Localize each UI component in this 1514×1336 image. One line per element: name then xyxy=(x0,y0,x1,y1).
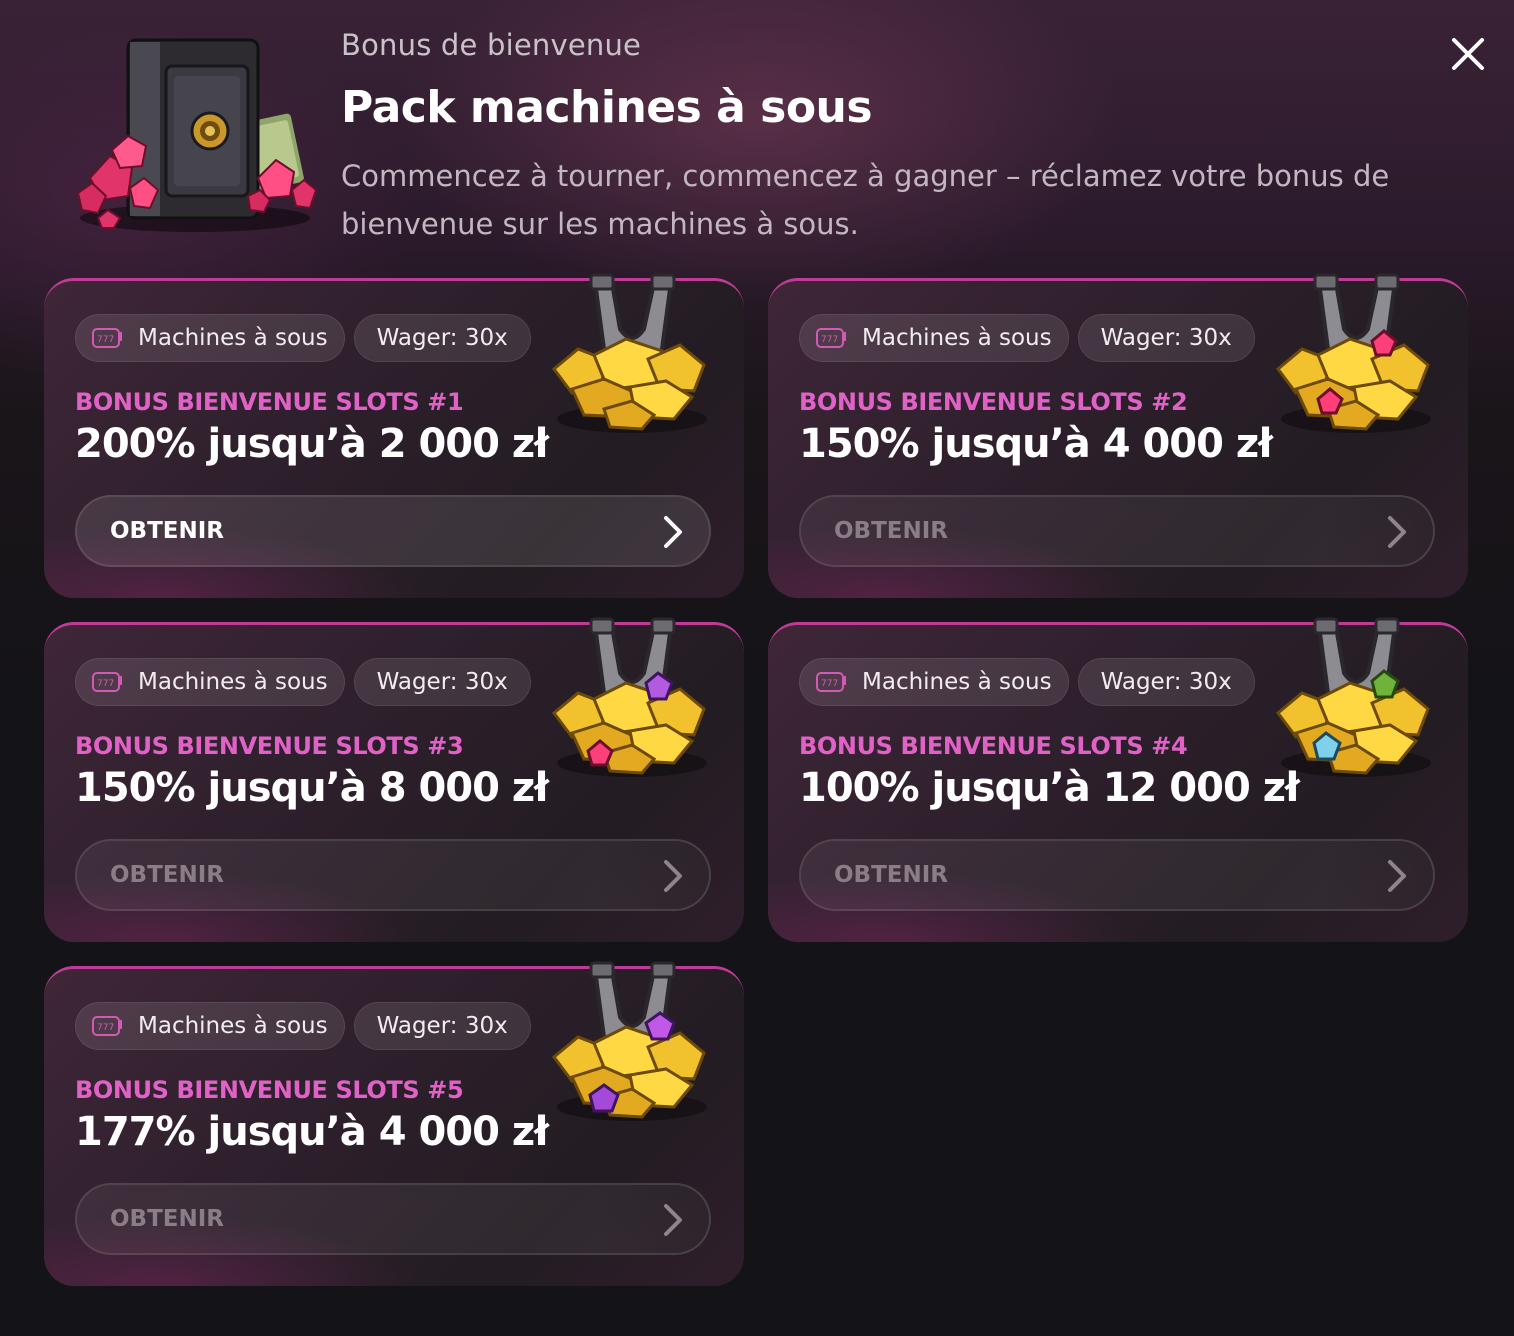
category-tag-label: Machines à sous xyxy=(862,669,1052,695)
slot-machine-icon: 777 xyxy=(92,672,122,692)
card-tags: 777 Machines à sous Wager: 30x xyxy=(799,658,1255,706)
bonus-name: BONUS BIENVENUE SLOTS #5 xyxy=(75,1076,464,1104)
page-title: Pack machines à sous xyxy=(341,82,873,133)
chevron-right-icon xyxy=(1388,860,1406,892)
header-description: Commencez à tourner, commencez à gagner … xyxy=(341,159,1390,241)
wager-tag: Wager: 30x xyxy=(1077,314,1255,362)
bonus-amount: 150% jusqu’à 8 000 zł xyxy=(75,765,549,811)
obtain-button-label: OBTENIR xyxy=(834,862,949,888)
category-tag-label: Machines à sous xyxy=(138,325,328,351)
chevron-right-icon xyxy=(664,516,682,548)
svg-text:777: 777 xyxy=(821,679,838,689)
bonus-card-1: 777 Machines à sous Wager: 30x BONUS BIE… xyxy=(44,273,744,598)
obtain-button[interactable]: OBTENIR xyxy=(75,495,711,567)
bonus-card-5: 777 Machines à sous Wager: 30x BONUS BIE… xyxy=(44,961,744,1286)
bonus-card-3: 777 Machines à sous Wager: 30x BONUS BIE… xyxy=(44,617,744,942)
slot-machine-icon: 777 xyxy=(816,672,846,692)
obtain-button[interactable]: OBTENIR xyxy=(75,1183,711,1255)
svg-text:777: 777 xyxy=(97,679,114,689)
horseshoe-gold-illustration xyxy=(1275,273,1431,433)
category-tag: 777 Machines à sous xyxy=(75,1002,345,1050)
obtain-button-label: OBTENIR xyxy=(110,518,225,544)
bonus-name: BONUS BIENVENUE SLOTS #1 xyxy=(75,388,464,416)
chevron-right-icon xyxy=(1388,516,1406,548)
obtain-button[interactable]: OBTENIR xyxy=(75,839,711,911)
bonus-card-2: 777 Machines à sous Wager: 30x BONUS BIE… xyxy=(768,273,1468,598)
wager-tag: Wager: 30x xyxy=(353,1002,531,1050)
bonus-card-4: 777 Machines à sous Wager: 30x BONUS BIE… xyxy=(768,617,1468,942)
horseshoe-gold-illustration xyxy=(551,273,707,433)
category-tag: 777 Machines à sous xyxy=(799,314,1069,362)
svg-text:777: 777 xyxy=(821,335,838,345)
category-tag: 777 Machines à sous xyxy=(799,658,1069,706)
obtain-button[interactable]: OBTENIR xyxy=(799,839,1435,911)
header-subtitle: Bonus de bienvenue xyxy=(341,28,642,62)
chevron-right-icon xyxy=(664,860,682,892)
svg-text:777: 777 xyxy=(97,1023,114,1033)
card-tags: 777 Machines à sous Wager: 30x xyxy=(799,314,1255,362)
obtain-button-label: OBTENIR xyxy=(110,862,225,888)
bonus-amount: 100% jusqu’à 12 000 zł xyxy=(799,765,1300,811)
obtain-button-label: OBTENIR xyxy=(834,518,949,544)
bonus-name: BONUS BIENVENUE SLOTS #4 xyxy=(799,732,1188,760)
category-tag: 777 Machines à sous xyxy=(75,314,345,362)
slot-machine-icon: 777 xyxy=(92,1016,122,1036)
svg-text:777: 777 xyxy=(97,335,114,345)
category-tag-label: Machines à sous xyxy=(862,325,1052,351)
category-tag: 777 Machines à sous xyxy=(75,658,345,706)
horseshoe-gold-illustration xyxy=(1275,617,1431,777)
card-tags: 777 Machines à sous Wager: 30x xyxy=(75,658,531,706)
bonus-amount: 177% jusqu’à 4 000 zł xyxy=(75,1109,549,1155)
bonus-name: BONUS BIENVENUE SLOTS #2 xyxy=(799,388,1188,416)
card-tags: 777 Machines à sous Wager: 30x xyxy=(75,314,531,362)
header: Bonus de bienvenue Pack machines à sous … xyxy=(0,0,1514,260)
horseshoe-gold-illustration xyxy=(551,961,707,1121)
category-tag-label: Machines à sous xyxy=(138,669,328,695)
bonus-amount: 200% jusqu’à 2 000 zł xyxy=(75,421,549,467)
slot-machine-icon: 777 xyxy=(92,328,122,348)
card-tags: 777 Machines à sous Wager: 30x xyxy=(75,1002,531,1050)
wager-tag: Wager: 30x xyxy=(353,658,531,706)
wager-tag: Wager: 30x xyxy=(1077,658,1255,706)
obtain-button-label: OBTENIR xyxy=(110,1206,225,1232)
obtain-button[interactable]: OBTENIR xyxy=(799,495,1435,567)
safe-illustration xyxy=(76,38,318,232)
category-tag-label: Machines à sous xyxy=(138,1013,328,1039)
slot-machine-icon: 777 xyxy=(816,328,846,348)
bonus-name: BONUS BIENVENUE SLOTS #3 xyxy=(75,732,464,760)
horseshoe-gold-illustration xyxy=(551,617,707,777)
chevron-right-icon xyxy=(664,1204,682,1236)
bonus-amount: 150% jusqu’à 4 000 zł xyxy=(799,421,1273,467)
close-icon[interactable] xyxy=(1448,34,1488,74)
wager-tag: Wager: 30x xyxy=(353,314,531,362)
